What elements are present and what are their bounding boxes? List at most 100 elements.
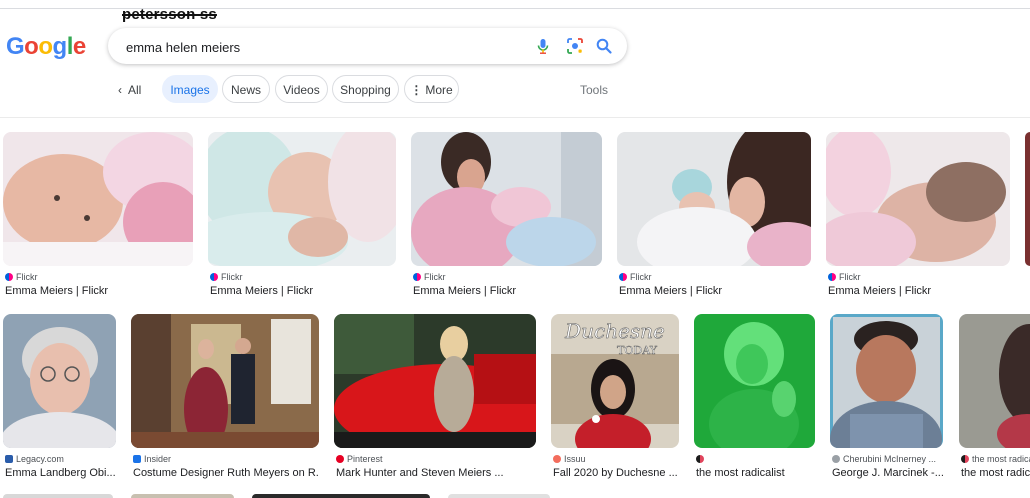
- source-label: the most radicalist: [972, 454, 1030, 464]
- image-result-partial[interactable]: [448, 494, 550, 498]
- google-logo[interactable]: Google: [6, 33, 86, 61]
- result-thumbnail: [1025, 132, 1030, 266]
- image-text-today: TODAY: [617, 344, 658, 357]
- image-result[interactable]: Flickr Emma Meiers | Flickr: [3, 132, 193, 302]
- source-label: Issuu: [564, 454, 586, 464]
- source-label: Cherubini McInerney ...: [843, 454, 937, 464]
- result-thumbnail: [826, 132, 1010, 266]
- site-icon: [961, 455, 969, 463]
- image-result-partial[interactable]: [252, 494, 430, 498]
- issuu-icon: [553, 455, 561, 463]
- tab-videos[interactable]: Videos: [275, 75, 328, 103]
- result-title: Emma Landberg Obi...: [5, 467, 116, 479]
- image-result[interactable]: Duchesne TODAY Issuu Fall 2020 by Duches…: [551, 314, 679, 484]
- tools-button[interactable]: Tools: [580, 83, 608, 97]
- image-result[interactable]: the most radicalist: [694, 314, 815, 484]
- site-icon: [832, 455, 840, 463]
- result-thumbnail: [694, 314, 815, 448]
- image-result[interactable]: Flickr Emma Meiers | Flickr: [411, 132, 602, 302]
- result-source: Flickr: [210, 272, 243, 282]
- insider-icon: [133, 455, 141, 463]
- logo-letter: e: [72, 33, 86, 60]
- pinterest-icon: [336, 455, 344, 463]
- result-source: Legacy.com: [5, 454, 64, 464]
- result-thumbnail: [131, 494, 234, 498]
- image-result[interactable]: Insider Costume Designer Ruth Meyers on …: [131, 314, 319, 484]
- tab-shopping[interactable]: Shopping: [332, 75, 399, 103]
- result-source: Flickr: [828, 272, 861, 282]
- result-title: the most radicalist: [696, 467, 785, 479]
- source-label: Flickr: [221, 272, 243, 282]
- tab-news[interactable]: News: [222, 75, 270, 103]
- result-source: Flickr: [619, 272, 652, 282]
- result-thumbnail: [830, 314, 943, 448]
- tab-all[interactable]: ‹ All: [118, 83, 141, 97]
- tab-label: Images: [170, 83, 210, 97]
- flickr-icon: [210, 273, 218, 281]
- tab-label: Shopping: [340, 83, 391, 97]
- result-source: Flickr: [413, 272, 446, 282]
- tab-images[interactable]: Images: [162, 75, 218, 103]
- result-thumbnail: [411, 132, 602, 266]
- source-label: Pinterest: [347, 454, 383, 464]
- search-input[interactable]: [124, 28, 518, 66]
- source-label: Flickr: [16, 272, 38, 282]
- tab-label: News: [230, 83, 261, 97]
- search-icon[interactable]: [595, 37, 613, 55]
- result-title: Costume Designer Ruth Meyers on R...: [133, 467, 319, 479]
- result-thumbnail: [334, 314, 536, 448]
- logo-letter: G: [6, 33, 25, 60]
- source-label: Legacy.com: [16, 454, 64, 464]
- result-title: Emma Meiers | Flickr: [619, 285, 723, 297]
- source-label: Insider: [144, 454, 172, 464]
- search-box: [108, 28, 627, 66]
- result-title: Emma Meiers | Flickr: [210, 285, 314, 297]
- source-label: Flickr: [630, 272, 652, 282]
- image-result-partial[interactable]: [131, 494, 234, 498]
- result-title: Emma Meiers | Flickr: [413, 285, 517, 297]
- flickr-icon: [5, 273, 13, 281]
- logo-letter: g: [52, 33, 68, 60]
- tab-more[interactable]: ⋮ More: [404, 75, 459, 103]
- image-text-duchesne: Duchesne: [564, 319, 665, 343]
- result-source: Pinterest: [336, 454, 383, 464]
- result-title: Fall 2020 by Duchesne ...: [553, 467, 678, 479]
- image-result[interactable]: Flickr Emma Meiers | Flickr: [826, 132, 1010, 302]
- image-result-partial[interactable]: [1025, 132, 1030, 302]
- tab-label: Videos: [283, 83, 320, 97]
- flickr-icon: [619, 273, 627, 281]
- tab-all-label: All: [128, 83, 142, 97]
- microphone-icon[interactable]: [534, 37, 552, 55]
- image-result[interactable]: Pinterest Mark Hunter and Steven Meiers …: [334, 314, 536, 484]
- result-source: Issuu: [553, 454, 586, 464]
- result-title: Mark Hunter and Steven Meiers ...: [336, 467, 504, 479]
- flickr-icon: [828, 273, 836, 281]
- source-label: Flickr: [839, 272, 861, 282]
- result-thumbnail: [959, 314, 1030, 448]
- result-source: [696, 454, 707, 464]
- source-label: Flickr: [424, 272, 446, 282]
- result-title: George J. Marcinek -...: [832, 467, 943, 479]
- result-source: the most radicalist: [961, 454, 1030, 464]
- image-result[interactable]: Cherubini McInerney ... George J. Marcin…: [830, 314, 943, 484]
- result-source: Insider: [133, 454, 171, 464]
- image-result[interactable]: Flickr Emma Meiers | Flickr: [617, 132, 811, 302]
- result-thumbnail: [3, 494, 113, 498]
- result-thumbnail: [3, 132, 193, 266]
- result-thumbnail: [3, 314, 116, 448]
- logo-letter: o: [38, 33, 53, 60]
- more-dots-icon: ⋮: [410, 83, 423, 97]
- camera-lens-icon[interactable]: [566, 37, 584, 55]
- image-result[interactable]: the most radicalist the most radic: [959, 314, 1030, 484]
- result-title: Emma Meiers | Flickr: [828, 285, 932, 297]
- result-source: Flickr: [5, 272, 38, 282]
- header-divider: [0, 117, 1030, 118]
- result-thumbnail: [617, 132, 811, 266]
- chevron-left-icon: ‹: [118, 83, 122, 97]
- overlay-annotation-text: petersson ss: [122, 6, 217, 23]
- image-result[interactable]: Legacy.com Emma Landberg Obi...: [3, 314, 116, 484]
- result-thumbnail: [448, 494, 550, 498]
- image-result[interactable]: Flickr Emma Meiers | Flickr: [208, 132, 396, 302]
- result-thumbnail: [252, 494, 430, 498]
- image-result-partial[interactable]: [3, 494, 113, 498]
